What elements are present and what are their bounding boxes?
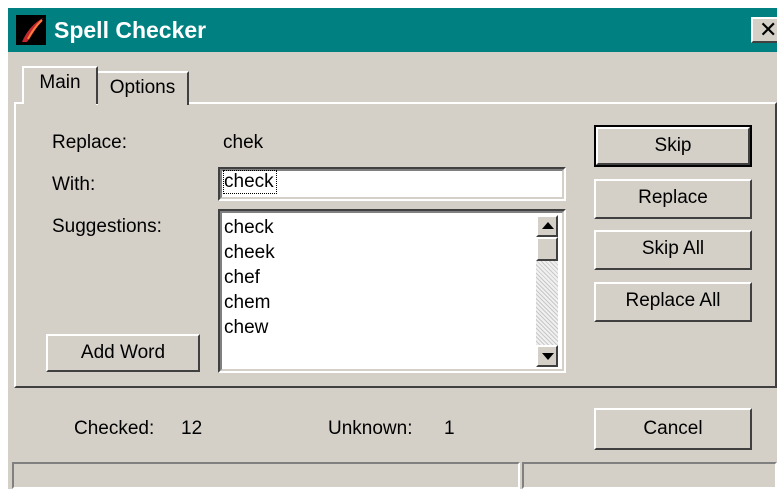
unknown-count: 1 <box>444 418 455 439</box>
window-title: Spell Checker <box>54 17 207 43</box>
quill-app-icon <box>16 15 46 45</box>
tab-options[interactable]: Options <box>96 71 189 105</box>
title-bar: Spell Checker ✕ <box>8 8 777 52</box>
checked-label: Checked: <box>74 418 155 439</box>
unknown-label: Unknown: <box>328 418 413 439</box>
status-pane-right <box>522 462 777 489</box>
status-pane-left <box>12 462 520 489</box>
close-button[interactable]: ✕ <box>751 17 777 43</box>
spell-checker-window: Spell Checker ✕ Main Options Replace: ch… <box>8 8 777 489</box>
main-tab-panel <box>14 102 777 388</box>
tab-main[interactable]: Main <box>22 66 98 104</box>
close-icon: ✕ <box>759 17 777 42</box>
checked-count: 12 <box>181 418 203 439</box>
cancel-button[interactable]: Cancel <box>594 408 752 450</box>
